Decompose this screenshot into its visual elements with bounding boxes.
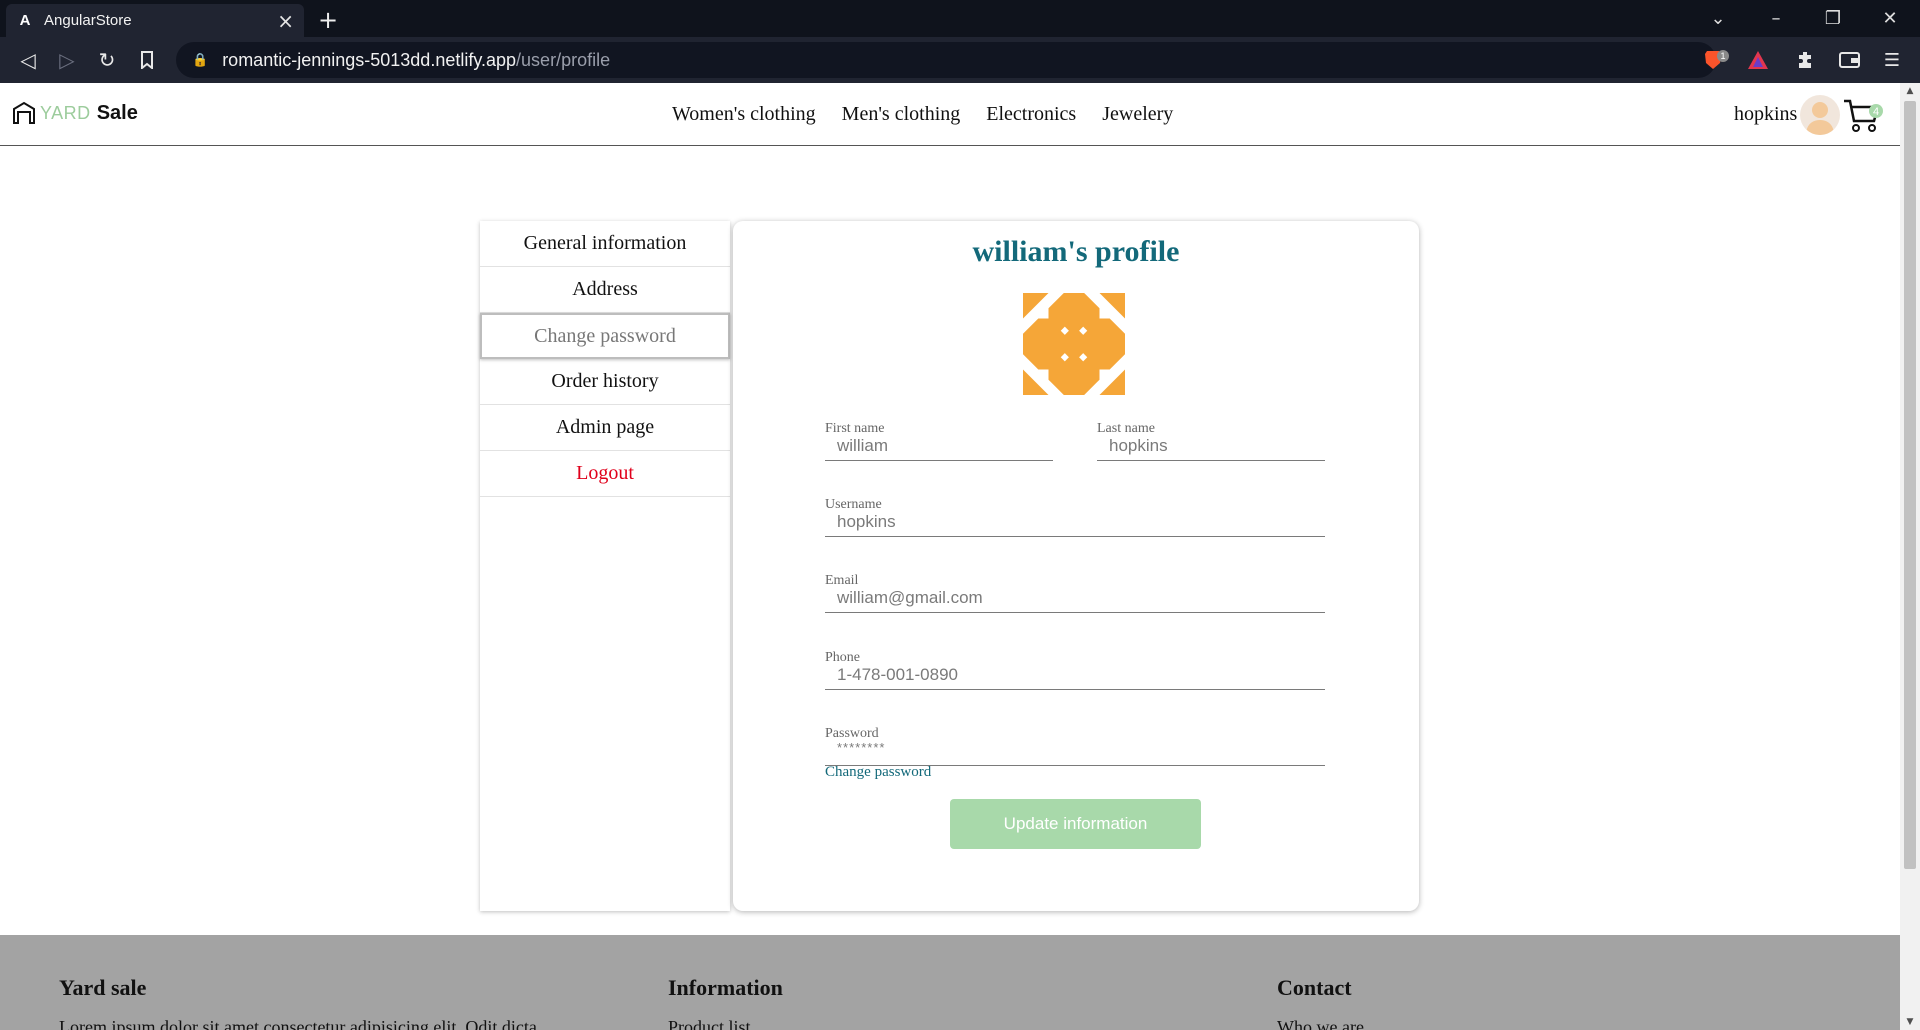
footer-product-list-link[interactable]: Product list	[668, 1017, 783, 1030]
browser-tab-bar: A AngularStore × + ⌄ – ❐ ✕	[0, 0, 1920, 37]
footer-who-we-are-link[interactable]: Who we are	[1277, 1017, 1364, 1030]
close-tab-icon[interactable]: ×	[277, 11, 294, 31]
header-username[interactable]: hopkins	[1734, 103, 1797, 126]
footer-contact-title: Contact	[1277, 975, 1352, 1000]
email-field[interactable]: Email william@gmail.com	[825, 573, 1325, 613]
user-avatar[interactable]	[1800, 95, 1840, 135]
angular-favicon-icon: A	[19, 12, 31, 29]
site-logo[interactable]: YARD Sale	[12, 101, 138, 125]
restore-icon[interactable]: ❐	[1815, 4, 1851, 32]
nav-electronics[interactable]: Electronics	[986, 103, 1076, 126]
footer-yard-sale-title: Yard sale	[59, 975, 147, 1000]
footer-yard-sale-text: Lorem ipsum dolor sit amet consectetur a…	[59, 1017, 537, 1030]
change-password-link[interactable]: Change password	[825, 764, 931, 781]
menu-general-information[interactable]: General information	[480, 221, 730, 267]
menu-address[interactable]: Address	[480, 267, 730, 313]
password-field[interactable]: Password ********	[825, 726, 1325, 766]
footer-col-yard-sale: Yard sale Lorem ipsum dolor sit amet con…	[59, 975, 537, 1030]
last-name-field[interactable]: Last name hopkins	[1097, 421, 1325, 461]
web-page: YARD Sale Women's clothing Men's clothin…	[0, 83, 1900, 1030]
tab-title: AngularStore	[44, 12, 132, 29]
menu-logout[interactable]: Logout	[480, 451, 730, 497]
brave-rewards-icon[interactable]	[1744, 46, 1772, 74]
username-field[interactable]: Username hopkins	[825, 497, 1325, 537]
reload-icon[interactable]: ↻	[93, 46, 121, 74]
phone-field[interactable]: Phone 1-478-001-0890	[825, 650, 1325, 690]
site-header: YARD Sale Women's clothing Men's clothin…	[0, 83, 1900, 146]
profile-card: william's profile First name william Las…	[733, 221, 1419, 911]
profile-side-menu: General information Address Change passw…	[480, 221, 730, 911]
forward-icon[interactable]: ▷	[53, 46, 81, 74]
store-logo-icon	[13, 101, 35, 124]
url-host: romantic-jennings-5013dd.netlify.app	[222, 49, 517, 70]
bookmark-icon[interactable]	[133, 46, 161, 74]
footer-information-title: Information	[668, 975, 783, 1000]
username-label: Username	[825, 497, 882, 512]
update-information-button[interactable]: Update information	[950, 799, 1201, 849]
password-value: ********	[837, 740, 886, 755]
brave-badge-count: 1	[1720, 51, 1725, 61]
last-name-value: hopkins	[1109, 436, 1168, 455]
browser-toolbar: ◁ ▷ ↻ 🔒 romantic-jennings-5013dd.netlify…	[0, 37, 1920, 83]
profile-title: william's profile	[972, 235, 1180, 268]
email-label: Email	[825, 573, 859, 588]
first-name-value: william	[837, 436, 888, 455]
footer-col-information: Information Product list	[668, 975, 783, 1030]
window-close-icon[interactable]: ✕	[1872, 4, 1908, 32]
new-tab-icon[interactable]: +	[318, 6, 338, 34]
wallet-icon[interactable]	[1836, 46, 1864, 74]
phone-value: 1-478-001-0890	[837, 665, 958, 684]
brave-shield-icon[interactable]: 1	[1702, 46, 1730, 74]
phone-label: Phone	[825, 650, 860, 665]
category-nav: Women's clothing Men's clothing Electron…	[672, 103, 1173, 126]
browser-tab[interactable]: A AngularStore ×	[6, 4, 304, 37]
back-icon[interactable]: ◁	[14, 46, 42, 74]
first-name-label: First name	[825, 421, 885, 436]
footer-col-contact: Contact Who we are	[1277, 975, 1364, 1030]
scroll-down-icon[interactable]: ▼	[1900, 1014, 1920, 1030]
first-name-field[interactable]: First name william	[825, 421, 1053, 461]
scroll-up-icon[interactable]: ▲	[1900, 83, 1920, 99]
site-footer: Yard sale Lorem ipsum dolor sit amet con…	[0, 935, 1900, 1030]
username-value: hopkins	[837, 512, 896, 531]
nav-mens-clothing[interactable]: Men's clothing	[842, 103, 961, 126]
nav-womens-clothing[interactable]: Women's clothing	[672, 103, 816, 126]
logo-sale-text: Sale	[96, 101, 138, 124]
cart-count: 4	[1873, 106, 1879, 118]
extensions-icon[interactable]	[1792, 46, 1820, 74]
url-path: /user/profile	[516, 49, 611, 70]
menu-admin-page[interactable]: Admin page	[480, 405, 730, 451]
menu-order-history[interactable]: Order history	[480, 359, 730, 405]
identicon-avatar	[1023, 293, 1125, 395]
menu-change-password[interactable]: Change password	[480, 313, 730, 359]
nav-jewelery[interactable]: Jewelery	[1102, 103, 1173, 126]
last-name-label: Last name	[1097, 421, 1155, 436]
logo-yard-text: YARD	[40, 102, 91, 123]
shopping-cart-icon[interactable]: 4	[1842, 97, 1884, 135]
address-bar[interactable]: 🔒 romantic-jennings-5013dd.netlify.app /…	[176, 42, 1716, 78]
minimize-icon[interactable]: –	[1758, 4, 1794, 32]
tab-search-icon[interactable]: ⌄	[1700, 4, 1736, 32]
menu-icon[interactable]: ☰	[1878, 46, 1906, 74]
scroll-thumb[interactable]	[1904, 101, 1916, 869]
lock-icon: 🔒	[192, 52, 209, 68]
email-value: william@gmail.com	[837, 588, 983, 607]
page-scrollbar[interactable]: ▲ ▼	[1900, 83, 1920, 1030]
